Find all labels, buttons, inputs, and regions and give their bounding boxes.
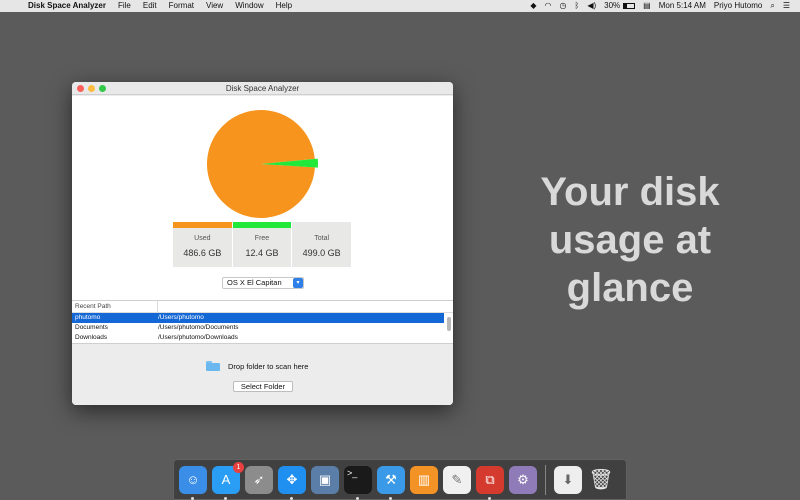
battery-percent: 30% [604,1,621,10]
notification-badge: 1 [233,461,244,473]
menu-help[interactable]: Help [270,0,298,12]
table-row[interactable]: Documents /Users/phutomo/Documents [72,323,444,333]
stat-used: Used 486.6 GB [173,222,233,267]
chevron-down-icon[interactable]: ▾ [293,278,303,288]
dropbox-icon[interactable]: ◆ [526,0,540,12]
row-path: /Users/phutomo [158,314,204,321]
user-name[interactable]: Priyo Hutomo [710,0,766,12]
row-path: /Users/phutomo/Downloads [158,334,238,341]
stat-total: Total 499.0 GB [292,222,351,267]
dock: ☺ A1 ➶ ✥ ▣ >_ ⚒ ▥ ✎ ⧉ ⚙ ⬇ 🗑 [173,459,627,500]
stat-used-label: Used [194,235,211,242]
notification-center-icon[interactable]: ☰ [779,0,794,12]
column-header-path[interactable] [158,301,453,312]
menu-format[interactable]: Format [163,0,200,12]
volume-select[interactable]: OS X El Capitan ▾ [222,277,304,289]
stat-free-label: Free [254,235,270,242]
stat-free: Free 12.4 GB [232,222,293,267]
menu-edit[interactable]: Edit [137,0,163,12]
battery-icon [623,2,636,9]
minimize-button[interactable] [88,85,95,92]
system-preferences-icon[interactable]: ⚙ [509,465,537,494]
trash-icon[interactable]: 🗑 [587,466,615,494]
column-header-recent-path[interactable]: Recent Path [72,301,158,312]
table-scrollbar[interactable] [447,315,451,343]
table-row[interactable]: phutomo /Users/phutomo [72,313,444,323]
running-indicator [191,496,194,500]
running-indicator [488,496,491,500]
free-color-bar [232,222,292,228]
running-indicator [389,496,392,500]
running-indicator [290,496,293,500]
used-color-bar [173,222,232,228]
battery-indicator[interactable]: 30% [600,0,639,12]
usage-pie-chart [207,104,327,224]
app-store-icon[interactable]: A1 [212,461,244,500]
running-indicator [356,496,359,500]
scrollbar-thumb[interactable] [447,317,451,331]
status-area: ◆ ◠ ◷ ᛒ ◀) 30% ▤ Mon 5:14 AM Priyo Hutom… [526,0,800,12]
spotlight-icon[interactable]: ⌕ [766,0,778,12]
stat-free-value: 12.4 GB [245,248,279,258]
display-icon[interactable]: ▤ [639,0,655,12]
clock[interactable]: Mon 5:14 AM [655,0,710,12]
app-window: Disk Space Analyzer Used 486.6 GB Free 1… [72,82,453,405]
table-header: Recent Path [72,301,453,313]
row-path: /Users/phutomo/Documents [158,324,239,331]
safari-icon[interactable]: ✥ [278,465,306,500]
menu-app-name[interactable]: Disk Space Analyzer [22,0,112,12]
textedit-icon[interactable]: ✎ [443,465,471,494]
time-machine-icon[interactable]: ◷ [556,0,571,12]
select-folder-button[interactable]: Select Folder [233,381,293,392]
drop-hint: Drop folder to scan here [206,361,308,371]
ibooks-icon[interactable]: ▥ [410,465,438,494]
title-bar[interactable]: Disk Space Analyzer [72,82,453,95]
window-title: Disk Space Analyzer [225,84,300,93]
terminal-icon[interactable]: >_ [344,465,372,500]
menu-window[interactable]: Window [229,0,269,12]
total-color-bar [292,222,351,228]
wifi-icon[interactable]: ◠ [541,0,556,12]
overview-panel: Used 486.6 GB Free 12.4 GB Total 499.0 G… [72,96,453,300]
folder-icon [206,361,220,371]
launchpad-icon[interactable]: ➶ [245,465,273,494]
recent-paths-table: Recent Path phutomo /Users/phutomo Docum… [72,300,453,344]
volume-select-value: OS X El Capitan [227,278,282,287]
preview-icon[interactable]: ▣ [311,465,339,494]
usage-stats: Used 486.6 GB Free 12.4 GB Total 499.0 G… [173,222,351,267]
row-name: Documents [75,324,108,331]
running-indicator [224,496,227,500]
stat-total-label: Total [314,235,330,242]
downloads-stack-icon[interactable]: ⬇ [554,465,582,494]
close-button[interactable] [77,85,84,92]
bluetooth-icon[interactable]: ᛒ [571,0,584,12]
stat-total-value: 499.0 GB [302,248,341,258]
menu-view[interactable]: View [200,0,229,12]
parallels-icon[interactable]: ⧉ [476,465,504,500]
dock-separator [545,464,546,495]
row-name: phutomo [75,314,101,321]
menu-file[interactable]: File [112,0,137,12]
window-controls [77,85,106,92]
xcode-icon[interactable]: ⚒ [377,465,405,500]
finder-icon[interactable]: ☺ [179,465,207,500]
zoom-button[interactable] [99,85,106,92]
tagline: Your disk usage at glance [540,170,720,310]
volume-icon[interactable]: ◀) [583,0,600,12]
row-name: Downloads [75,334,108,341]
menu-bar: Disk Space Analyzer File Edit Format Vie… [0,0,800,12]
drop-zone[interactable]: Drop folder to scan here Select Folder [72,344,453,405]
table-row[interactable]: Downloads /Users/phutomo/Downloads [72,333,444,343]
drop-text: Drop folder to scan here [228,361,309,371]
stat-used-value: 486.6 GB [183,248,222,258]
